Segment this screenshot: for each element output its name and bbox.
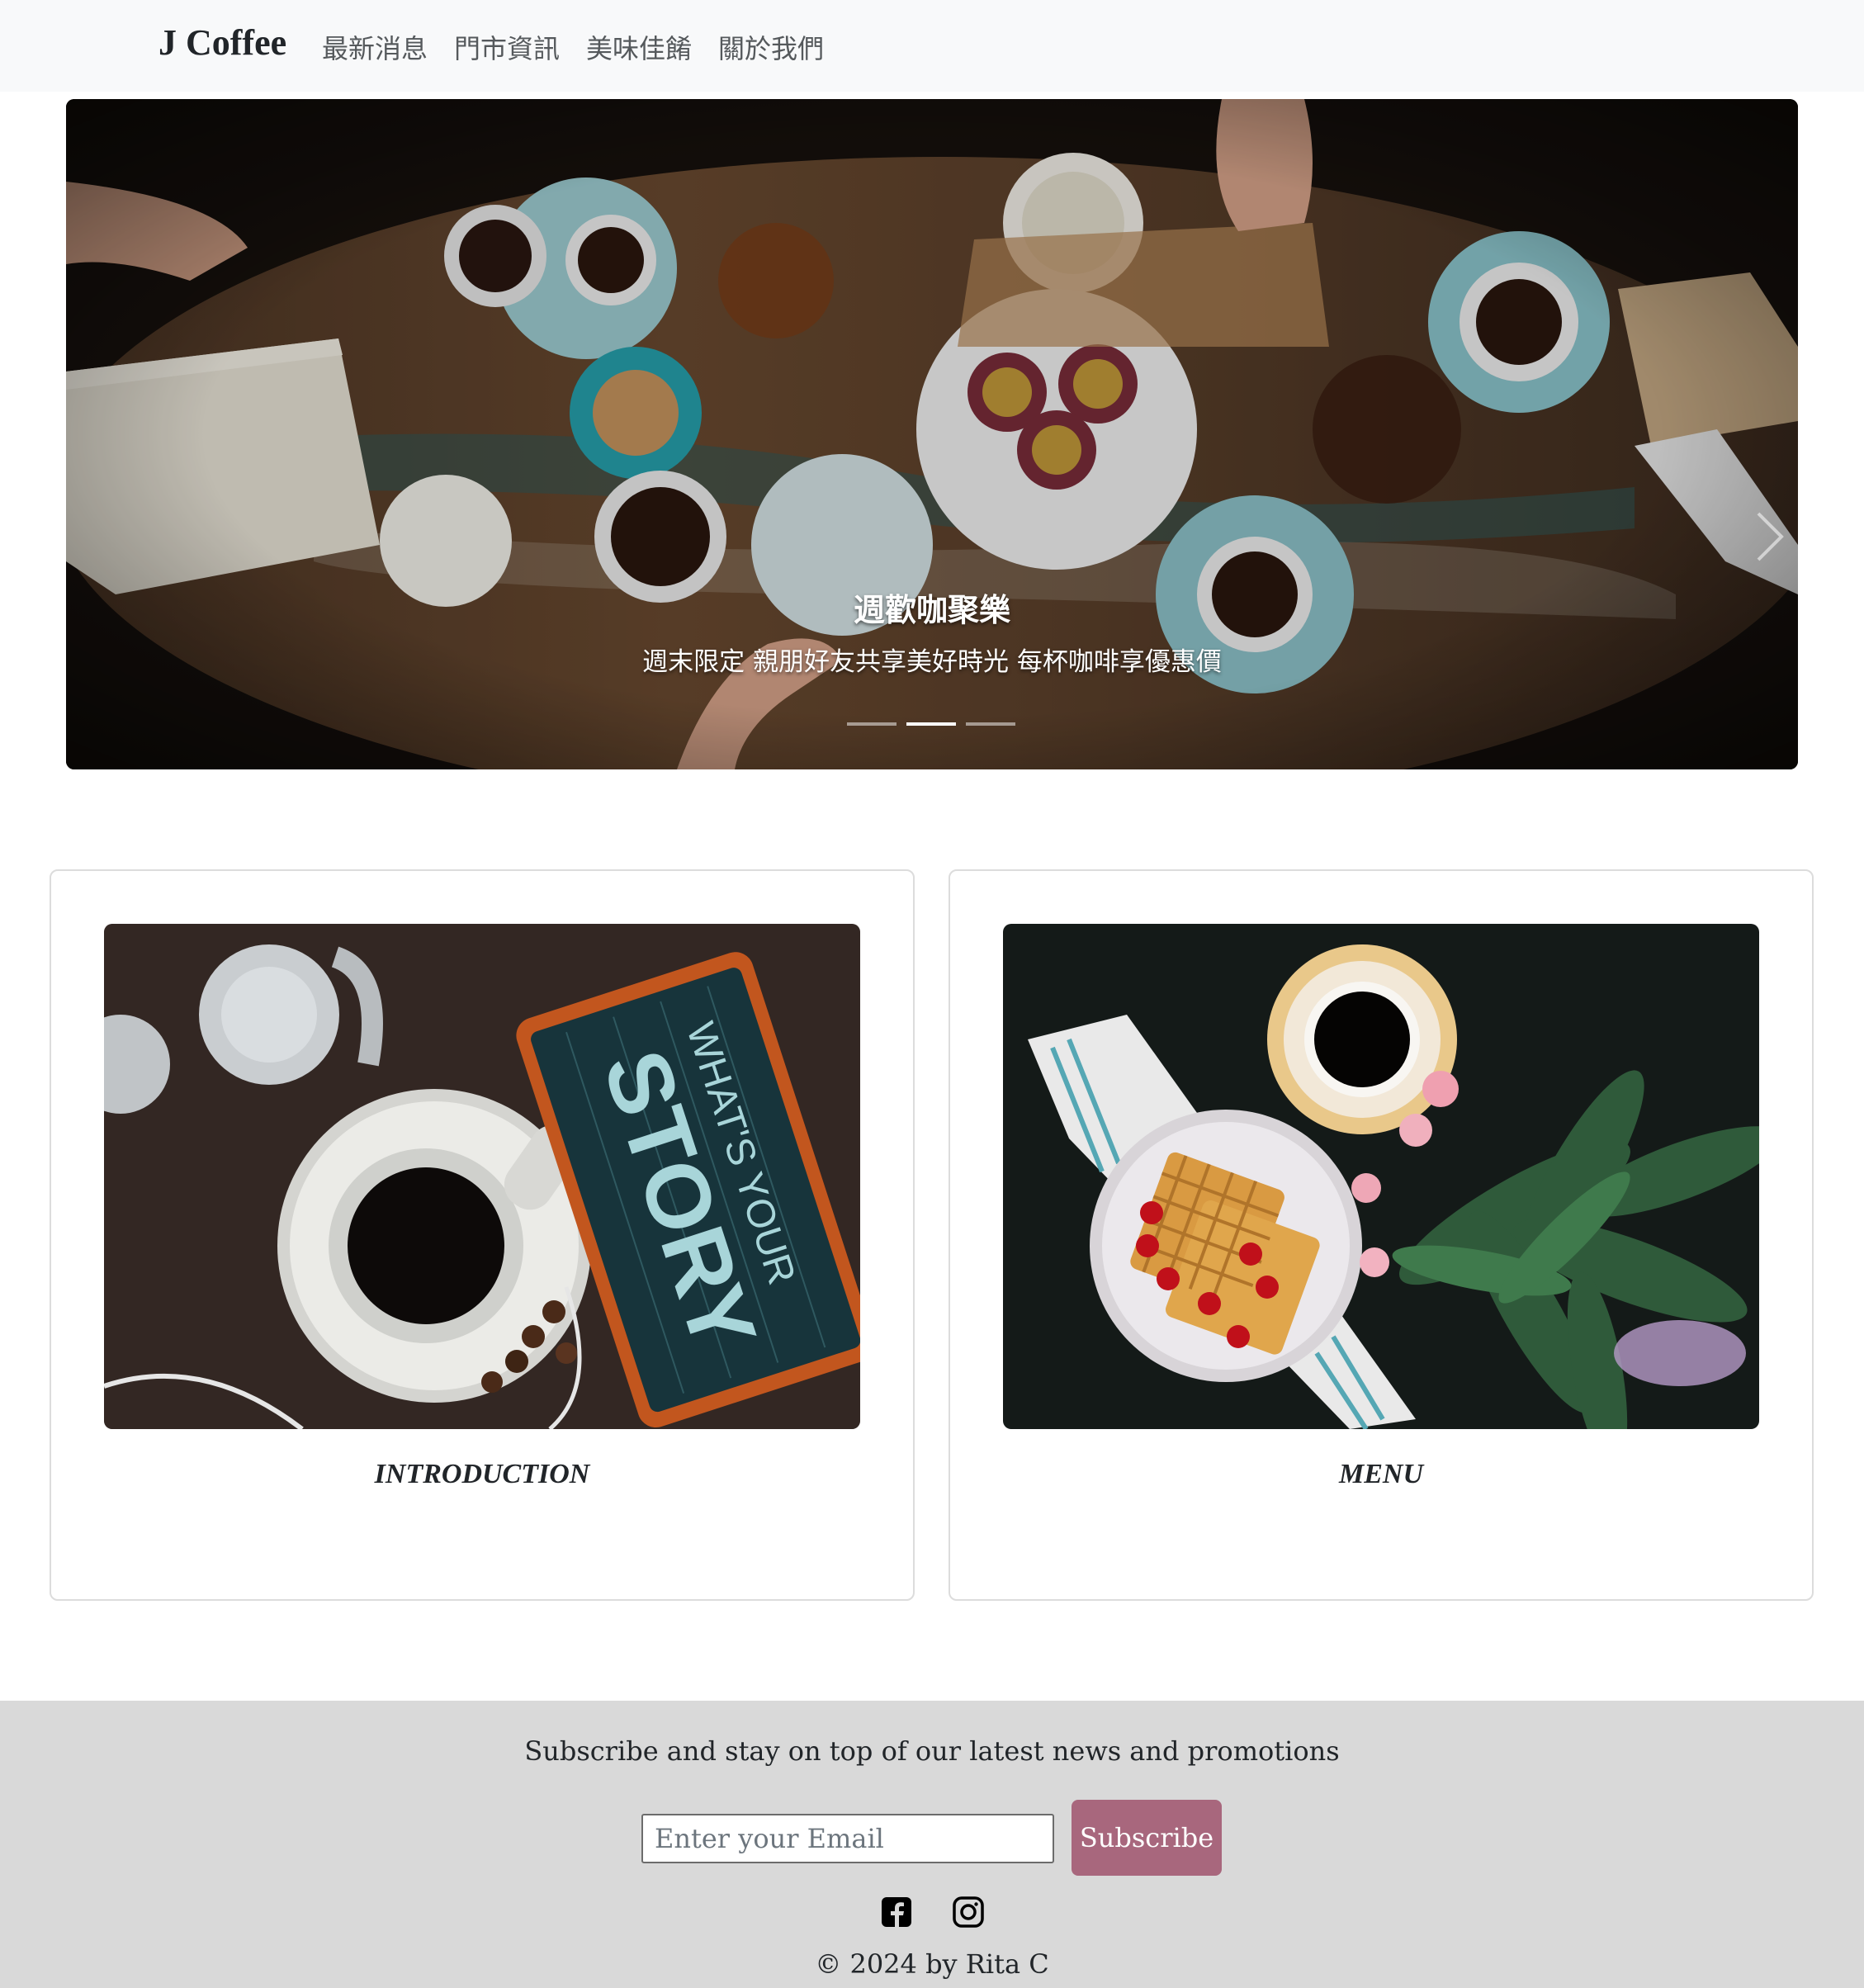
carousel-next-button[interactable] (1750, 495, 1791, 578)
email-input[interactable] (641, 1814, 1054, 1863)
brand-logo[interactable]: J Coffee (158, 21, 286, 64)
nav-link-food[interactable]: 美味佳餚 (586, 28, 692, 66)
carousel-caption-text: 週末限定 親朋好友共享美好時光 每杯咖啡享優惠價 (642, 647, 1222, 677)
subscribe-heading: Subscribe and stay on top of our latest … (524, 1735, 1340, 1767)
card-menu: MENU (949, 869, 1814, 1601)
carousel-indicator-2[interactable] (906, 720, 956, 728)
introduction-photo: STORY WHAT'S YOUR (104, 924, 860, 1429)
card-image-introduction[interactable]: STORY WHAT'S YOUR (104, 924, 860, 1429)
navbar: J Coffee 最新消息 門市資訊 美味佳餚 關於我們 (0, 0, 1864, 92)
card-image-menu[interactable] (1003, 924, 1759, 1429)
carousel-indicator-1[interactable] (847, 720, 897, 728)
facebook-icon (882, 1897, 911, 1927)
chevron-right-icon (1757, 512, 1784, 561)
card-title-menu[interactable]: MENU (950, 1459, 1812, 1490)
hero-carousel: 週歡咖聚樂 週末限定 親朋好友共享美好時光 每杯咖啡享優惠價 (66, 99, 1798, 769)
carousel-caption-title: 週歡咖聚樂 (853, 592, 1010, 628)
carousel-indicator-3[interactable] (966, 720, 1015, 728)
instagram-icon (953, 1896, 984, 1928)
card-introduction: STORY WHAT'S YOUR INTRODUCTION (50, 869, 915, 1601)
menu-photo (1003, 924, 1759, 1429)
nav-link-news[interactable]: 最新消息 (322, 28, 428, 66)
footer: Subscribe and stay on top of our latest … (0, 1701, 1864, 1988)
subscribe-button[interactable]: Subscribe (1072, 1800, 1222, 1876)
nav-link-stores[interactable]: 門市資訊 (454, 28, 560, 66)
nav-link-about[interactable]: 關於我們 (718, 28, 824, 66)
facebook-link[interactable] (880, 1896, 913, 1929)
instagram-link[interactable] (952, 1896, 985, 1929)
carousel-indicators (847, 720, 1017, 736)
card-title-introduction[interactable]: INTRODUCTION (51, 1459, 913, 1490)
copyright-text: © 2024 by Rita C (815, 1948, 1049, 1980)
